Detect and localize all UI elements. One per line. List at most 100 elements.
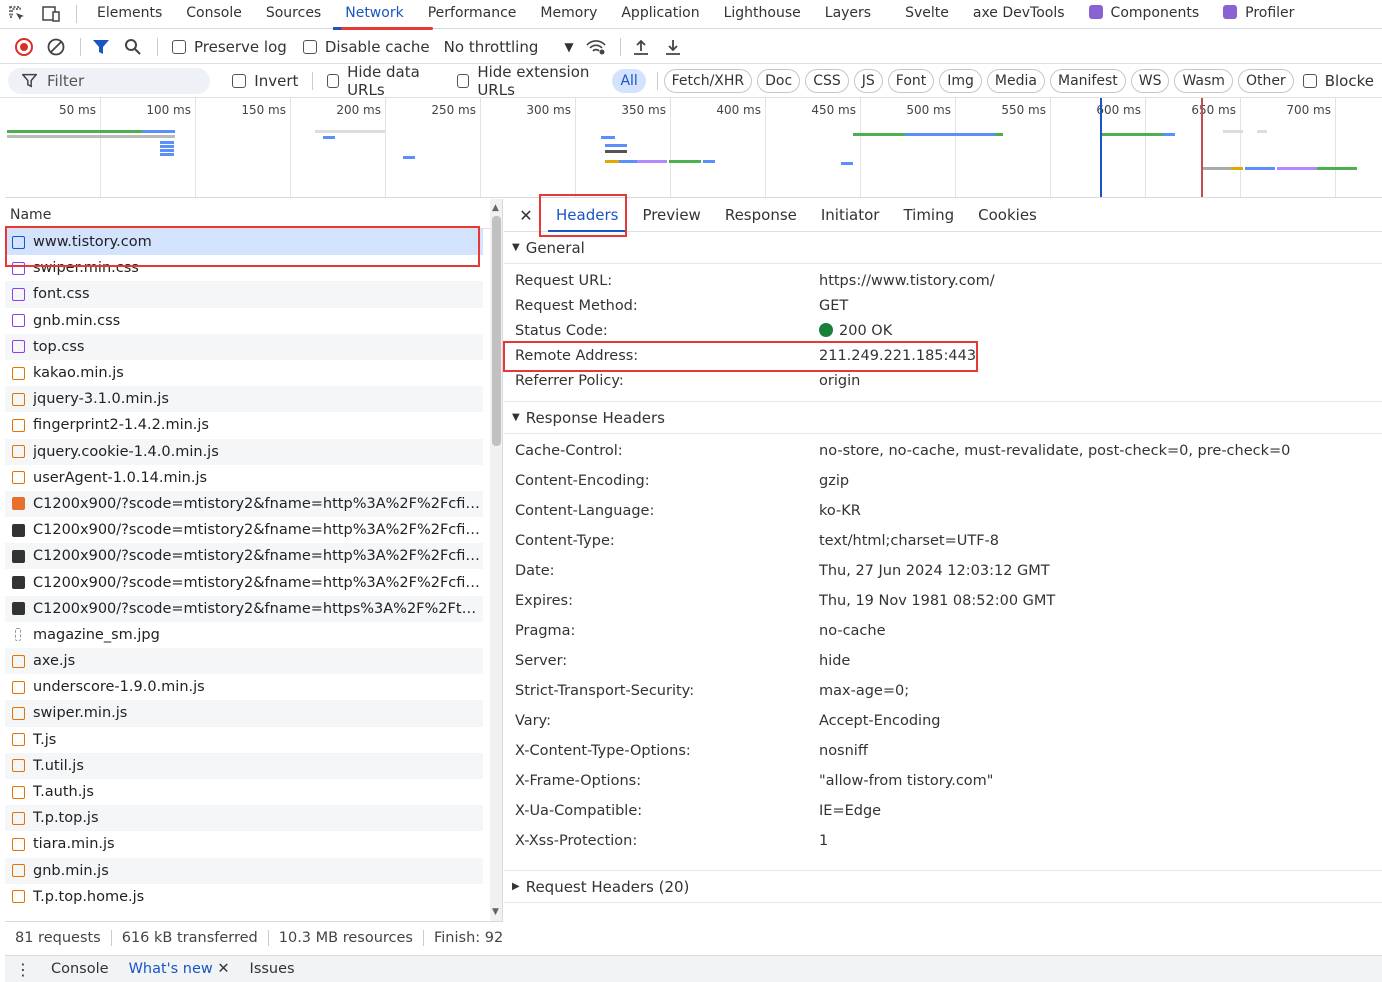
header-value: Thu, 27 Jun 2024 12:03:12 GMT bbox=[819, 563, 1050, 579]
drawer-tab-whats-new[interactable]: What's new ✕ bbox=[119, 961, 240, 977]
scrollbar[interactable]: ▲ ▼ bbox=[490, 199, 502, 921]
type-filter-other[interactable]: Other bbox=[1237, 68, 1294, 93]
drawer-tab-issues[interactable]: Issues bbox=[240, 961, 305, 977]
blocked-requests-checkbox[interactable]: Blocke bbox=[1302, 72, 1374, 90]
type-filter-ws[interactable]: WS bbox=[1130, 68, 1170, 93]
tab-layers[interactable]: Layers bbox=[813, 0, 883, 29]
clear-icon[interactable] bbox=[42, 33, 70, 61]
timeline-request-bar bbox=[160, 149, 174, 152]
request-row[interactable]: jquery-3.1.0.min.js bbox=[5, 386, 483, 413]
type-filter-doc[interactable]: Doc bbox=[757, 68, 801, 93]
tab-timing[interactable]: Timing bbox=[891, 199, 966, 232]
header-name: Pragma: bbox=[515, 623, 576, 639]
scroll-down-icon[interactable]: ▼ bbox=[492, 907, 499, 917]
hide-data-urls-checkbox[interactable]: Hide data URLs bbox=[327, 64, 441, 97]
name-column-header[interactable]: Name bbox=[5, 199, 502, 229]
header-name: Content-Type: bbox=[515, 533, 615, 549]
tab-memory[interactable]: Memory bbox=[528, 0, 609, 29]
type-filter-media[interactable]: Media bbox=[986, 68, 1045, 93]
request-headers-section-header[interactable]: ▶ Request Headers (20) bbox=[504, 871, 1382, 903]
type-filter-css[interactable]: CSS bbox=[805, 68, 849, 93]
tab-preview[interactable]: Preview bbox=[630, 199, 712, 232]
inspect-element-icon[interactable] bbox=[0, 0, 34, 29]
tab-svelte[interactable]: Svelte bbox=[893, 0, 961, 29]
type-filter-font[interactable]: Font bbox=[887, 68, 935, 93]
drawer-menu-icon[interactable]: ⋮ bbox=[5, 960, 41, 979]
request-row[interactable]: www.tistory.com bbox=[5, 229, 483, 256]
tab-application[interactable]: Application bbox=[609, 0, 711, 29]
tab-response[interactable]: Response bbox=[713, 199, 809, 232]
type-filter-img[interactable]: Img bbox=[939, 68, 982, 93]
throttling-select[interactable]: No throttling ▼ bbox=[444, 38, 574, 56]
request-row[interactable]: C1200x900/?scode=mtistory2&fname=https%3… bbox=[5, 595, 483, 622]
timeline-request-bar bbox=[323, 136, 335, 139]
response-headers-section-header[interactable]: ▼ Response Headers bbox=[504, 402, 1382, 434]
request-row[interactable]: T.p.top.home.js bbox=[5, 884, 483, 910]
request-row[interactable]: axe.js bbox=[5, 648, 483, 675]
request-row[interactable]: C1200x900/?scode=mtistory2&fname=http%3A… bbox=[5, 569, 483, 595]
request-row[interactable]: T.js bbox=[5, 727, 483, 753]
request-row[interactable]: swiper.min.js bbox=[5, 700, 483, 727]
filter-icon[interactable] bbox=[87, 33, 115, 61]
tab-components[interactable]: Components bbox=[1077, 0, 1212, 29]
request-row[interactable]: T.util.js bbox=[5, 752, 483, 779]
request-name: T.auth.js bbox=[33, 784, 94, 801]
request-row[interactable]: font.css bbox=[5, 281, 483, 308]
close-icon[interactable]: ✕ bbox=[514, 206, 538, 225]
request-row[interactable]: C1200x900/?scode=mtistory2&fname=http%3A… bbox=[5, 543, 483, 570]
upload-icon[interactable] bbox=[627, 33, 655, 61]
request-details: ✕ Headers Preview Response Initiator Tim… bbox=[504, 199, 1382, 954]
type-filter-fetch-xhr[interactable]: Fetch/XHR bbox=[663, 68, 753, 93]
drawer-tab-console[interactable]: Console bbox=[41, 961, 119, 977]
request-row[interactable]: tiara.min.js bbox=[5, 831, 483, 857]
tab-axe-devtools[interactable]: axe DevTools bbox=[961, 0, 1077, 29]
hide-extension-urls-checkbox[interactable]: Hide extension URLs bbox=[457, 64, 604, 97]
request-name: fingerprint2-1.4.2.min.js bbox=[33, 417, 209, 434]
request-row[interactable]: jquery.cookie-1.4.0.min.js bbox=[5, 438, 483, 465]
tab-lighthouse[interactable]: Lighthouse bbox=[712, 0, 813, 29]
filter-input[interactable]: Filter bbox=[8, 67, 211, 94]
tab-elements[interactable]: Elements bbox=[85, 0, 174, 29]
status-code-text: 200 OK bbox=[839, 322, 893, 339]
request-row[interactable]: userAgent-1.0.14.min.js bbox=[5, 465, 483, 491]
scroll-up-icon[interactable]: ▲ bbox=[492, 203, 499, 213]
tab-performance[interactable]: Performance bbox=[416, 0, 529, 29]
header-name: Request Method: bbox=[515, 297, 638, 314]
tab-initiator[interactable]: Initiator bbox=[809, 199, 892, 232]
general-section-header[interactable]: ▼ General bbox=[504, 232, 1382, 264]
tab-sources[interactable]: Sources bbox=[254, 0, 333, 29]
request-row[interactable]: T.p.top.js bbox=[5, 805, 483, 832]
header-name: Content-Encoding: bbox=[515, 473, 650, 489]
download-icon[interactable] bbox=[659, 33, 687, 61]
type-filter-manifest[interactable]: Manifest bbox=[1049, 68, 1126, 93]
network-conditions-icon[interactable] bbox=[582, 33, 610, 61]
record-icon[interactable] bbox=[10, 33, 38, 61]
preserve-log-checkbox[interactable]: Preserve log bbox=[172, 38, 287, 56]
request-row[interactable]: swiper.min.css bbox=[5, 255, 483, 281]
type-filter-all[interactable]: All bbox=[612, 68, 646, 93]
close-icon[interactable]: ✕ bbox=[217, 961, 229, 977]
request-row[interactable]: C1200x900/?scode=mtistory2&fname=http%3A… bbox=[5, 517, 483, 543]
type-filter-wasm[interactable]: Wasm bbox=[1174, 68, 1233, 93]
tab-console[interactable]: Console bbox=[174, 0, 254, 29]
scrollbar-thumb[interactable] bbox=[492, 216, 501, 446]
device-toolbar-icon[interactable] bbox=[34, 0, 68, 29]
request-row[interactable]: top.css bbox=[5, 333, 483, 360]
timeline-overview[interactable]: 50 ms 100 ms 150 ms 200 ms 250 ms 300 ms 350 m… bbox=[5, 98, 1382, 198]
request-row[interactable]: kakao.min.js bbox=[5, 360, 483, 386]
request-row[interactable]: underscore-1.9.0.min.js bbox=[5, 674, 483, 700]
tab-network[interactable]: Network bbox=[333, 0, 417, 30]
request-row[interactable]: gnb.min.js bbox=[5, 857, 483, 884]
tab-headers[interactable]: Headers bbox=[544, 199, 630, 232]
invert-checkbox[interactable]: Invert bbox=[232, 72, 298, 90]
disable-cache-checkbox[interactable]: Disable cache bbox=[302, 38, 430, 56]
request-row[interactable]: magazine_sm.jpg bbox=[5, 622, 483, 648]
request-row[interactable]: C1200x900/?scode=mtistory2&fname=http%3A… bbox=[5, 490, 483, 518]
request-row[interactable]: T.auth.js bbox=[5, 779, 483, 805]
tab-cookies[interactable]: Cookies bbox=[966, 199, 1049, 232]
search-icon[interactable] bbox=[119, 33, 147, 61]
request-row[interactable]: gnb.min.css bbox=[5, 308, 483, 334]
request-row[interactable]: fingerprint2-1.4.2.min.js bbox=[5, 412, 483, 438]
type-filter-js[interactable]: JS bbox=[853, 68, 883, 93]
tab-profiler[interactable]: Profiler bbox=[1211, 0, 1306, 29]
